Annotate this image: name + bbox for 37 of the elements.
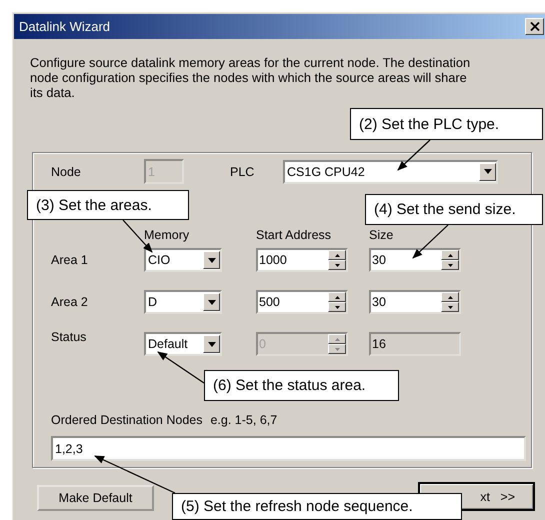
area-label: Status <box>51 330 88 344</box>
spin-arrows-icon <box>441 250 459 270</box>
node-label: Node <box>51 164 82 178</box>
close-icon <box>530 22 540 31</box>
callout-tooltip: (5) Set the refresh node sequence. <box>172 493 462 520</box>
memory-dropdown[interactable]: D <box>144 290 222 314</box>
spin-arrows-icon <box>441 292 459 312</box>
area-label: Area 1 <box>51 253 89 267</box>
leader-line <box>157 351 204 384</box>
spin-arrows-icon <box>328 292 346 312</box>
destination-label: Ordered Destination Nodes <box>51 413 202 427</box>
destination-hint: e.g. 1-5, 6,7 <box>210 413 278 427</box>
window-title: Datalink Wizard <box>19 19 110 34</box>
column-header: Size <box>369 228 394 242</box>
plc-dropdown[interactable]: CS1G CPU42 <box>283 160 498 184</box>
leader-line <box>397 140 430 171</box>
memory-dropdown[interactable]: Default <box>144 332 222 356</box>
close-button[interactable] <box>525 18 544 35</box>
callout-tooltip: (3) Set the areas. <box>27 190 189 220</box>
column-header: Memory <box>144 228 190 242</box>
destination-nodes-field[interactable]: 1,2,3 <box>51 436 526 461</box>
leader-line <box>412 224 448 259</box>
description-text: Configure source datalink memory areas for the current node. The destination node configuration specifies the nodes with which the source areas will share its data. <box>30 55 472 100</box>
callout-tooltip: (2) Set the PLC type. <box>350 108 543 140</box>
callout-tooltip: (6) Set the status area. <box>204 370 399 401</box>
memory-dropdown[interactable]: CIO <box>144 248 222 272</box>
size-spinbox[interactable]: 30 <box>369 290 461 314</box>
make-default-button[interactable]: Make Default <box>37 484 154 510</box>
spin-arrows-icon <box>328 334 346 354</box>
size-field: 16 <box>369 332 461 356</box>
plc-label: PLC <box>230 164 256 178</box>
area-label: Area 2 <box>51 295 89 309</box>
spin-arrows-icon <box>328 250 346 270</box>
start-address-spinbox[interactable]: 1000 <box>256 248 348 272</box>
start-address-spinbox[interactable]: 500 <box>256 290 348 314</box>
callout-tooltip: (4) Set the send size. <box>365 194 543 225</box>
size-spinbox[interactable]: 30 <box>369 248 461 272</box>
